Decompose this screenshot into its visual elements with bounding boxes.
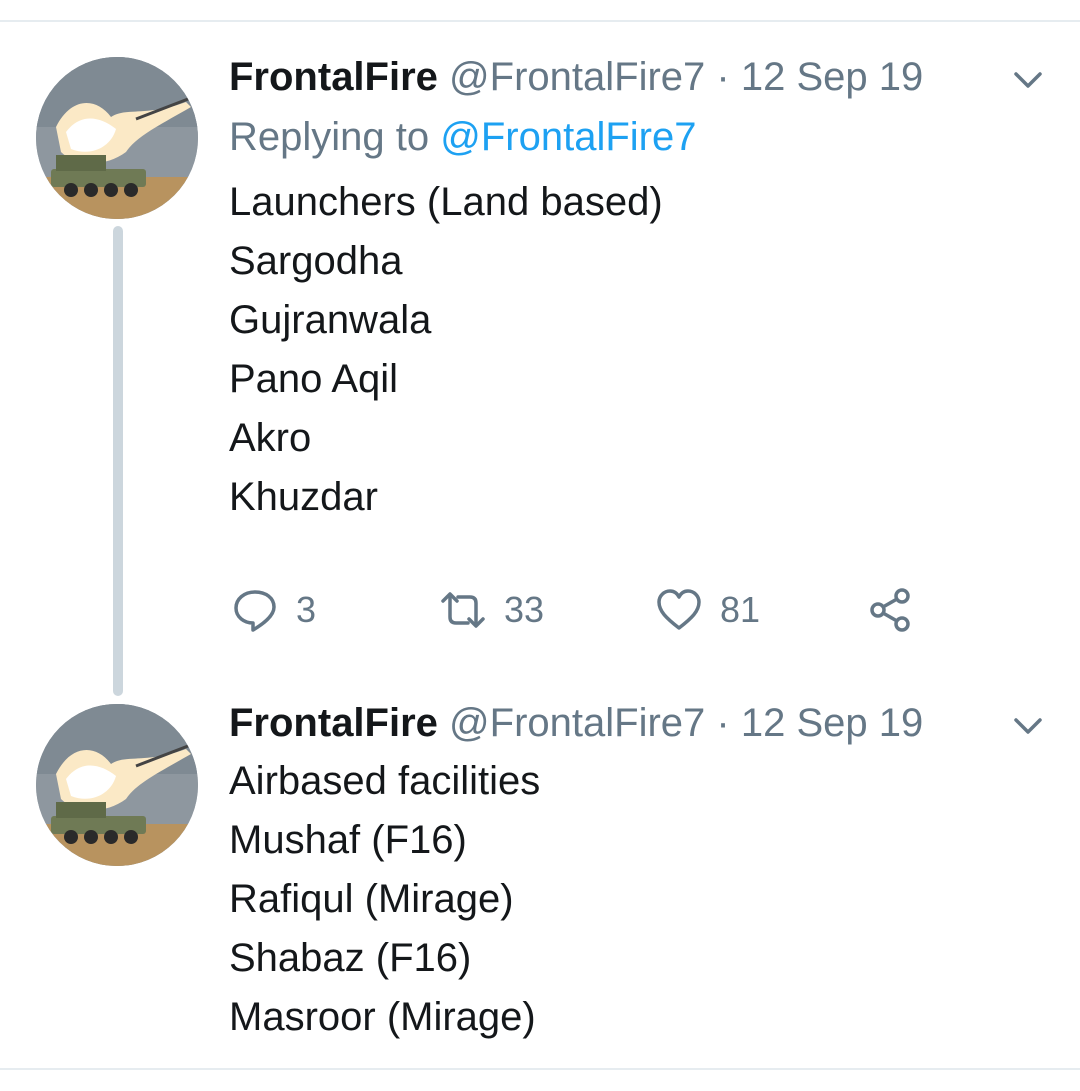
tweet-text-line: Sargodha xyxy=(229,239,403,283)
user-handle[interactable]: @FrontalFire7 xyxy=(449,55,705,99)
like-count: 81 xyxy=(720,589,761,630)
rocket-launch-avatar-image xyxy=(36,704,198,866)
tweet-text-line: Mushaf (F16) xyxy=(229,818,467,862)
replying-to-mention[interactable]: @FrontalFire7 xyxy=(440,115,696,159)
reply-icon xyxy=(234,590,276,632)
user-handle[interactable]: @FrontalFire7 xyxy=(449,701,705,745)
retweet-button[interactable]: 33 xyxy=(440,584,544,636)
tweet-header: FrontalFire @FrontalFire7 · 12 Sep 19 xyxy=(229,703,989,743)
share-button[interactable] xyxy=(868,584,914,636)
tweet-text-line: Pano Aqil xyxy=(229,357,399,401)
avatar[interactable] xyxy=(36,704,198,866)
separator-dot: · xyxy=(716,701,730,745)
tweet-1[interactable]: FrontalFire @FrontalFire7 · 12 Sep 19 Re… xyxy=(229,57,989,527)
reply-button[interactable]: 3 xyxy=(232,584,316,636)
tweet-actions: 3 33 81 xyxy=(232,584,952,636)
heart-icon xyxy=(657,589,701,630)
reply-count: 3 xyxy=(296,589,317,630)
tweet-text-line: Gujranwala xyxy=(229,298,432,342)
replying-to-label: Replying to xyxy=(229,115,430,159)
retweet-count: 33 xyxy=(504,589,545,630)
avatar[interactable] xyxy=(36,57,198,219)
tweet-text-line: Khuzdar xyxy=(229,475,378,519)
tweet-date[interactable]: 12 Sep 19 xyxy=(741,55,923,99)
tweet-header: FrontalFire @FrontalFire7 · 12 Sep 19 xyxy=(229,57,989,97)
share-icon xyxy=(870,588,910,632)
thread-line xyxy=(113,226,123,696)
display-name[interactable]: FrontalFire xyxy=(229,701,438,745)
tweet-text-line: Launchers (Land based) xyxy=(229,180,663,224)
tweet-2[interactable]: FrontalFire @FrontalFire7 · 12 Sep 19 Ai… xyxy=(229,703,989,1047)
like-button[interactable]: 81 xyxy=(656,584,760,636)
tweet-text-line: Airbased facilities xyxy=(229,759,541,803)
separator-dot: · xyxy=(716,55,730,99)
replying-to: Replying to @FrontalFire7 xyxy=(229,117,989,157)
tweet-text-line: Rafiqul (Mirage) xyxy=(229,877,514,921)
tweet-text: Launchers (Land based) Sargodha Gujranwa… xyxy=(229,173,989,527)
chevron-down-icon[interactable] xyxy=(1010,708,1046,744)
top-divider xyxy=(0,20,1080,22)
tweet-text-line: Shabaz (F16) xyxy=(229,936,472,980)
bottom-divider xyxy=(0,1068,1080,1070)
tweet-text-line: Akro xyxy=(229,416,312,460)
rocket-launch-avatar-image xyxy=(36,57,198,219)
retweet-icon xyxy=(441,592,485,628)
tweet-text-line: Masroor (Mirage) xyxy=(229,995,536,1039)
display-name[interactable]: FrontalFire xyxy=(229,55,438,99)
tweet-date[interactable]: 12 Sep 19 xyxy=(741,701,923,745)
chevron-down-icon[interactable] xyxy=(1010,62,1046,98)
tweet-text: Airbased facilities Mushaf (F16) Rafiqul… xyxy=(229,752,989,1047)
